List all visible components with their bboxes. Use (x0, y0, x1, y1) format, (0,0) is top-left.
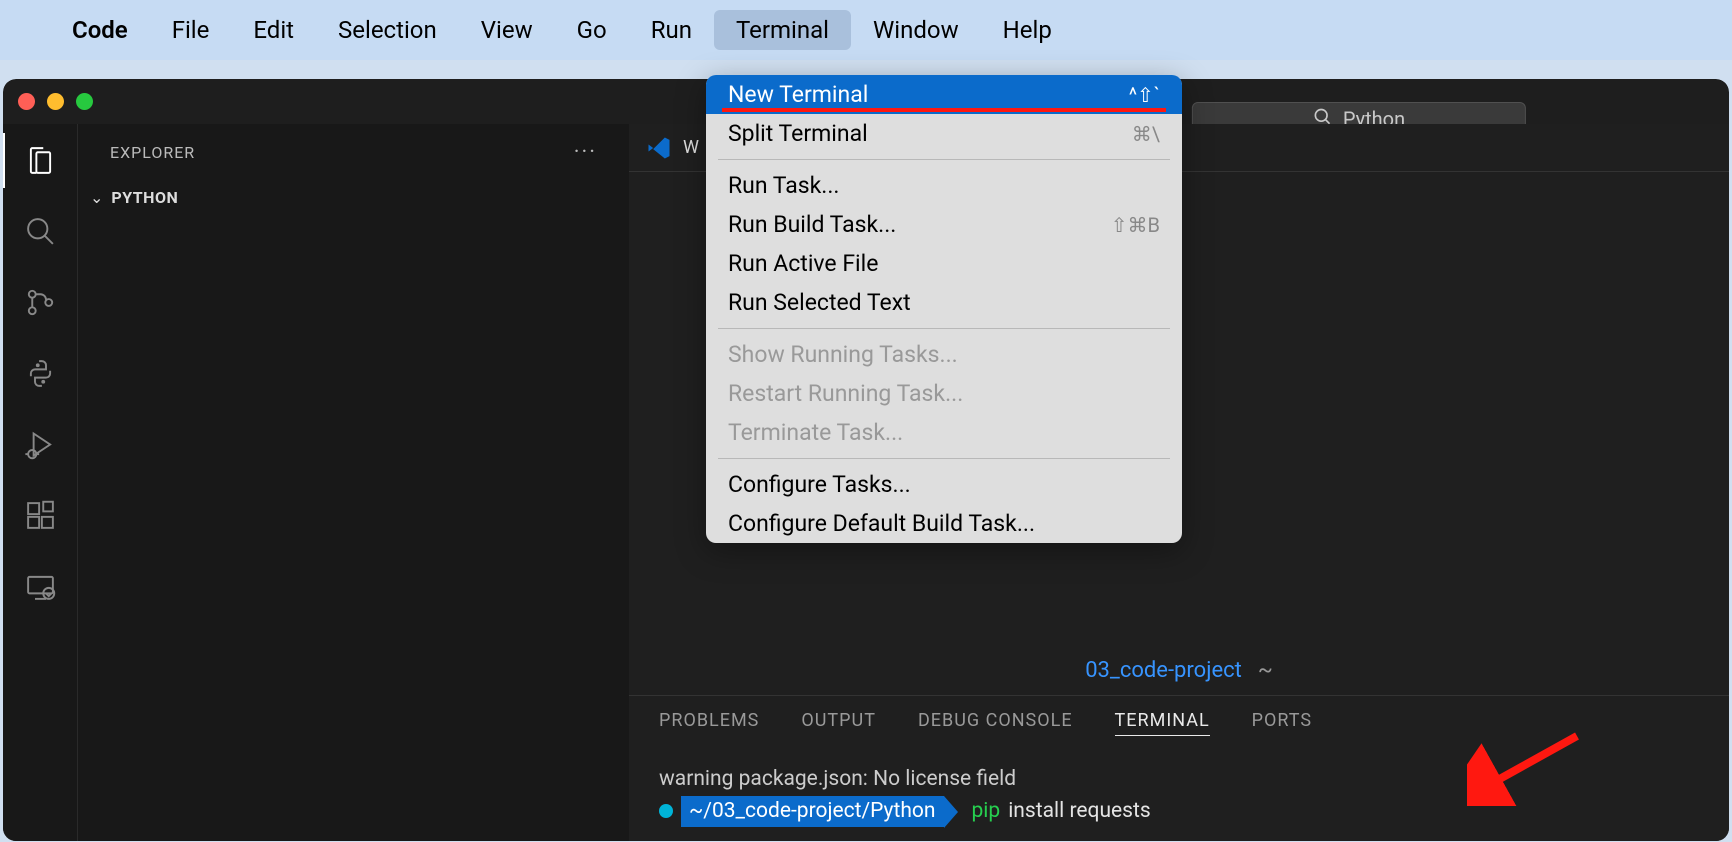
activity-search[interactable] (22, 213, 58, 249)
menu-separator (718, 159, 1170, 160)
terminal-cmd-rest: install requests (1008, 796, 1151, 828)
sidebar-section-name: PYTHON (111, 188, 178, 207)
activity-explorer[interactable] (22, 142, 58, 178)
sidebar-header: EXPLORER ··· (78, 124, 629, 180)
menu-item-label: Configure Tasks... (728, 471, 911, 498)
annotation-arrow (1467, 726, 1587, 810)
panel-tab-debug-console[interactable]: DEBUG CONSOLE (918, 710, 1073, 736)
terminal-status-dot (659, 804, 673, 818)
menu-item-shortcut: ⇧⌘B (1111, 213, 1160, 237)
breadcrumb: 03_code-project ~ (629, 646, 1729, 695)
menu-item-shortcut: ⌘\ (1132, 122, 1160, 146)
menu-separator (718, 458, 1170, 459)
vscode-icon (645, 134, 673, 162)
menu-item-label: Run Active File (728, 250, 878, 277)
menu-configure-tasks[interactable]: Configure Tasks... (706, 465, 1182, 504)
panel-tab-terminal[interactable]: TERMINAL (1115, 710, 1210, 736)
chevron-down-icon: ⌄ (90, 188, 103, 207)
traffic-lights (18, 93, 93, 110)
menu-selection[interactable]: Selection (316, 10, 459, 50)
menu-file[interactable]: File (150, 10, 232, 50)
minimize-window-button[interactable] (47, 93, 64, 110)
menu-run-build-task[interactable]: Run Build Task... ⇧⌘B (706, 205, 1182, 244)
menu-terminate-task: Terminate Task... (706, 413, 1182, 452)
terminal-path: ~/03_code-project/Python (681, 796, 944, 828)
terminal-dropdown-menu: New Terminal ^⇧` Split Terminal ⌘\ Run T… (706, 75, 1182, 543)
annotation-underline (722, 108, 1166, 112)
sidebar-more-icon[interactable]: ··· (574, 140, 597, 165)
activity-python[interactable] (22, 355, 58, 391)
menu-run[interactable]: Run (629, 10, 714, 50)
menu-edit[interactable]: Edit (231, 10, 316, 50)
menu-show-running-tasks: Show Running Tasks... (706, 335, 1182, 374)
menu-app[interactable]: Code (50, 10, 150, 50)
mac-menubar: Code File Edit Selection View Go Run Ter… (0, 0, 1732, 60)
panel-tab-ports[interactable]: PORTS (1252, 710, 1312, 736)
menu-split-terminal[interactable]: Split Terminal ⌘\ (706, 114, 1182, 153)
activitybar (3, 124, 78, 841)
menu-view[interactable]: View (459, 10, 555, 50)
menu-run-selected-text[interactable]: Run Selected Text (706, 283, 1182, 322)
menu-item-label: Split Terminal (728, 120, 868, 147)
terminal-cmd-pip: pip (972, 796, 1001, 828)
menu-item-label: Terminate Task... (728, 419, 903, 446)
menu-go[interactable]: Go (555, 10, 629, 50)
menu-separator (718, 328, 1170, 329)
sidebar: EXPLORER ··· ⌄ PYTHON (78, 124, 629, 841)
sidebar-title: EXPLORER (110, 143, 195, 162)
menu-help[interactable]: Help (981, 10, 1074, 50)
activity-source-control[interactable] (22, 284, 58, 320)
activity-remote[interactable] (22, 568, 58, 604)
menu-item-label: Run Task... (728, 172, 840, 199)
editor-tab-text: W (683, 137, 699, 158)
menu-item-label: Run Selected Text (728, 289, 911, 316)
maximize-window-button[interactable] (76, 93, 93, 110)
breadcrumb-tilde: ~ (1258, 658, 1273, 683)
panel-tab-output[interactable]: OUTPUT (801, 710, 876, 736)
menu-item-label: New Terminal (728, 81, 868, 108)
menu-item-label: Configure Default Build Task... (728, 510, 1035, 537)
breadcrumb-project[interactable]: 03_code-project (1085, 658, 1242, 683)
sidebar-section-python[interactable]: ⌄ PYTHON (78, 180, 629, 215)
close-window-button[interactable] (18, 93, 35, 110)
menu-new-terminal[interactable]: New Terminal ^⇧` (706, 75, 1182, 114)
menu-item-label: Run Build Task... (728, 211, 896, 238)
menu-run-task[interactable]: Run Task... (706, 166, 1182, 205)
menu-run-active-file[interactable]: Run Active File (706, 244, 1182, 283)
menu-item-label: Restart Running Task... (728, 380, 963, 407)
menu-terminal[interactable]: Terminal (714, 10, 851, 50)
menu-item-label: Show Running Tasks... (728, 341, 958, 368)
menu-configure-default-build-task[interactable]: Configure Default Build Task... (706, 504, 1182, 543)
activity-extensions[interactable] (22, 497, 58, 533)
activity-run-debug[interactable] (22, 426, 58, 462)
menu-restart-running-task: Restart Running Task... (706, 374, 1182, 413)
menu-item-shortcut: ^⇧` (1129, 83, 1160, 107)
panel-tab-problems[interactable]: PROBLEMS (659, 710, 759, 736)
menu-window[interactable]: Window (851, 10, 981, 50)
